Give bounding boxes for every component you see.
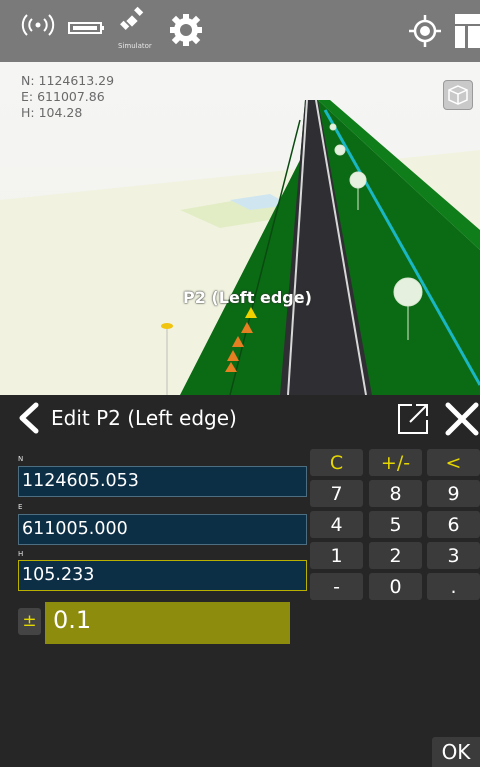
- key-3[interactable]: 3: [427, 542, 480, 569]
- tolerance-field[interactable]: 0.1: [45, 602, 290, 644]
- easting-field[interactable]: 611005.000: [18, 514, 307, 545]
- close-icon[interactable]: [444, 401, 480, 437]
- key-8[interactable]: 8: [369, 480, 422, 507]
- key-5[interactable]: 5: [369, 511, 422, 538]
- key-9[interactable]: 9: [427, 480, 480, 507]
- point-label: P2 (Left edge): [183, 288, 312, 307]
- map-3d-view[interactable]: Simulator N: 1124613.29 E: 611007.86 H: …: [0, 0, 480, 395]
- height-readout: H: 104.28: [21, 105, 83, 120]
- easting-label: E: [18, 503, 23, 511]
- sign-toggle-key[interactable]: +/-: [369, 449, 422, 476]
- edit-point-panel: Edit P2 (Left edge) N 1124605.053 E 6110…: [0, 395, 480, 767]
- gps-target-icon[interactable]: [408, 14, 442, 48]
- key-7[interactable]: 7: [310, 480, 363, 507]
- radio-signal-icon[interactable]: [18, 10, 58, 40]
- battery-icon: [68, 20, 106, 36]
- clear-key[interactable]: C: [310, 449, 363, 476]
- easting-readout: E: 611007.86: [21, 89, 105, 104]
- settings-gear-icon[interactable]: [168, 12, 204, 48]
- top-toolbar: Simulator: [0, 0, 480, 62]
- back-arrow-icon[interactable]: [14, 402, 44, 434]
- height-field[interactable]: 105.233: [18, 560, 307, 591]
- key-6[interactable]: 6: [427, 511, 480, 538]
- ok-button[interactable]: OK: [432, 737, 480, 767]
- panel-title: Edit P2 (Left edge): [51, 406, 237, 430]
- layers-icon[interactable]: [455, 12, 480, 50]
- height-label: H: [18, 550, 24, 558]
- key-2[interactable]: 2: [369, 542, 422, 569]
- minus-key[interactable]: -: [310, 573, 363, 600]
- cube-view-button[interactable]: [443, 80, 473, 110]
- panel-header: Edit P2 (Left edge): [0, 395, 480, 441]
- key-1[interactable]: 1: [310, 542, 363, 569]
- northing-readout: N: 1124613.29: [21, 73, 115, 88]
- simulator-label: Simulator: [118, 42, 152, 50]
- backspace-key[interactable]: <: [427, 449, 480, 476]
- expand-icon[interactable]: [396, 402, 430, 436]
- key-0[interactable]: 0: [369, 573, 422, 600]
- coordinate-readout: N: 1124613.29 E: 611007.86 H: 104.28: [21, 73, 114, 121]
- plus-minus-button[interactable]: ±: [18, 608, 41, 635]
- key-4[interactable]: 4: [310, 511, 363, 538]
- northing-label: N: [18, 455, 24, 463]
- decimal-key[interactable]: .: [427, 573, 480, 600]
- satellite-icon[interactable]: [118, 6, 148, 36]
- cube-view-icon: [448, 85, 468, 105]
- northing-field[interactable]: 1124605.053: [18, 466, 307, 497]
